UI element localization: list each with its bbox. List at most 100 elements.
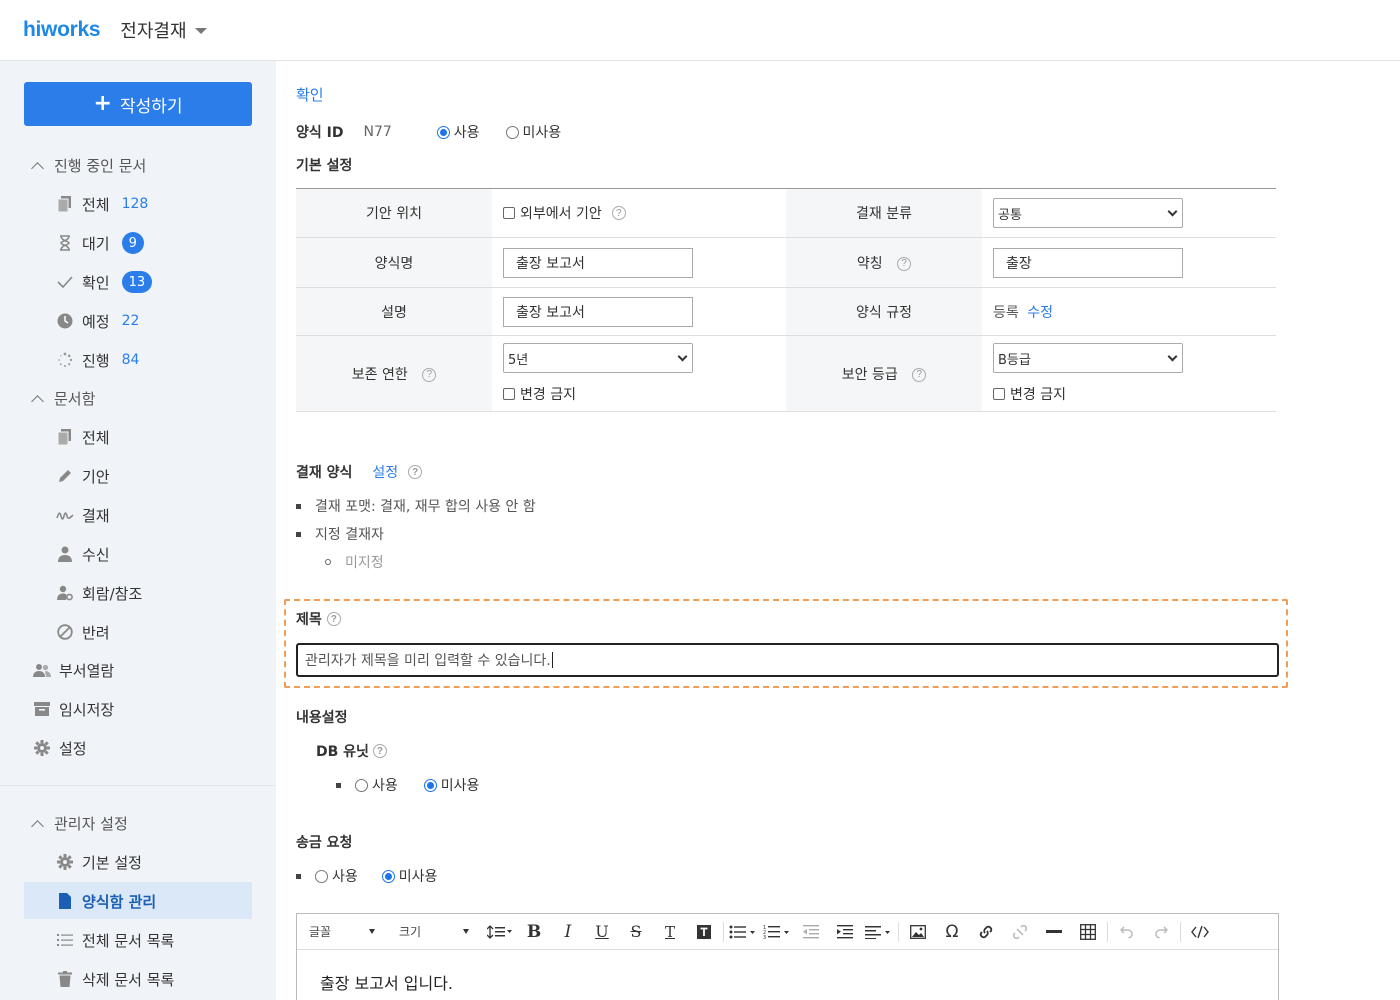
indent-icon[interactable]: [828, 918, 862, 946]
form-name-input[interactable]: 출장 보고서: [503, 247, 693, 278]
radio-selected-icon[interactable]: [423, 778, 437, 792]
retention-cell: 5년 변경 금지: [492, 335, 786, 412]
underline-icon[interactable]: U: [585, 918, 619, 946]
help-icon[interactable]: ?: [372, 744, 387, 758]
security-select[interactable]: B등급: [993, 343, 1183, 373]
sidebar-item-basic-settings[interactable]: 기본 설정: [56, 850, 142, 874]
sidebar-item-label: 부서열람: [59, 661, 115, 680]
checkbox-icon[interactable]: [503, 388, 515, 400]
sidebar-item-circulation[interactable]: 회람/참조: [56, 581, 142, 605]
group-box[interactable]: 문서함: [31, 388, 96, 409]
group-box-label: 문서함: [54, 390, 96, 408]
abbrev-input[interactable]: 출장: [993, 247, 1183, 278]
help-icon[interactable]: ?: [912, 367, 927, 382]
background-color-icon[interactable]: [687, 918, 721, 946]
radio-empty-icon[interactable]: [355, 778, 368, 792]
italic-icon[interactable]: I: [551, 918, 585, 946]
remit-use-radio[interactable]: 사용: [315, 866, 358, 886]
sidebar-item-label: 전체: [82, 428, 110, 447]
sidebar-item-all-documents[interactable]: 전체 문서 목록: [56, 928, 174, 952]
strikethrough-icon[interactable]: S: [619, 918, 653, 946]
subject-header: 제목 ?: [296, 609, 341, 629]
radio-label: 사용: [453, 125, 480, 141]
spinner-icon: [56, 351, 74, 369]
sidebar-item-rejected[interactable]: 반려: [56, 620, 110, 644]
retention-lock-checkbox[interactable]: 변경 금지: [503, 384, 786, 404]
sidebar-item-approval[interactable]: 결재: [56, 503, 110, 527]
sidebar-item-deleted-documents[interactable]: 삭제 문서 목록: [56, 967, 174, 991]
approval-category-select[interactable]: 공통: [993, 198, 1183, 228]
font-family-dropdown[interactable]: 글꼴: [309, 923, 389, 940]
sidebar-item-ongoing[interactable]: 진행 84: [56, 348, 139, 372]
remit-unused-radio[interactable]: 미사용: [381, 866, 437, 886]
unlink-icon[interactable]: [1003, 918, 1037, 946]
sidebar-item-scheduled[interactable]: 예정 22: [56, 309, 139, 333]
app-logo[interactable]: hiworks: [23, 18, 101, 42]
help-icon[interactable]: ?: [326, 612, 341, 626]
group-admin[interactable]: 관리자 설정: [31, 813, 128, 834]
numbered-list-icon[interactable]: 123: [760, 918, 794, 946]
description-input[interactable]: 출장 보고서: [503, 296, 693, 327]
table-icon[interactable]: [1071, 918, 1105, 946]
radio-empty-icon[interactable]: [505, 125, 519, 139]
retention-select[interactable]: 5년: [503, 343, 693, 373]
sidebar-item-received[interactable]: 수신: [56, 542, 110, 566]
security-cell: B등급 변경 금지: [982, 335, 1276, 412]
sidebar-item-draft[interactable]: 기안: [56, 464, 110, 488]
sidebar-item-label: 반려: [82, 623, 110, 642]
editor-body[interactable]: 출장 보고서 입니다.: [297, 950, 1278, 994]
bullet-list-icon[interactable]: [726, 918, 760, 946]
db-unit-unused-radio[interactable]: 미사용: [423, 775, 479, 795]
draft-external-checkbox[interactable]: 외부에서 기안 ?: [503, 203, 786, 223]
help-icon[interactable]: ?: [897, 256, 912, 271]
help-icon[interactable]: ?: [611, 206, 626, 220]
ban-icon: [56, 623, 74, 641]
sidebar-item-waiting[interactable]: 대기 9: [56, 231, 144, 255]
form-use-radio[interactable]: 사용: [436, 122, 480, 142]
line-height-icon[interactable]: [483, 918, 517, 946]
security-lock-checkbox[interactable]: 변경 금지: [993, 384, 1276, 404]
approval-form-settings-link[interactable]: 설정: [372, 462, 398, 482]
checkbox-icon[interactable]: [503, 207, 515, 219]
image-icon[interactable]: [901, 918, 935, 946]
write-button[interactable]: + 작성하기: [24, 82, 252, 126]
horizontal-rule-icon[interactable]: [1037, 918, 1071, 946]
sidebar-item-settings[interactable]: 설정: [33, 736, 87, 760]
form-rules-label: 양식 규정: [786, 287, 982, 336]
special-char-icon[interactable]: Ω: [935, 918, 969, 946]
form-rules-edit-link[interactable]: 수정: [1027, 305, 1053, 321]
abbrev-label: 약칭: [856, 255, 883, 272]
sidebar-item-form-management[interactable]: 양식함 관리: [56, 889, 156, 913]
chevron-down-icon: [463, 929, 469, 934]
subject-input[interactable]: 관리자가 제목을 미리 입력할 수 있습니다.: [296, 643, 1279, 677]
breadcrumb-confirm[interactable]: 확인: [296, 84, 324, 105]
sidebar-item-temp-save[interactable]: 임시저장: [33, 697, 114, 721]
font-size-dropdown[interactable]: 크기: [399, 923, 483, 940]
redo-icon[interactable]: [1144, 918, 1178, 946]
radio-label: 사용: [372, 778, 398, 794]
text-color-icon[interactable]: T: [653, 918, 687, 946]
radio-selected-icon[interactable]: [381, 869, 395, 883]
approval-form-title: 결재 양식: [296, 465, 353, 481]
sidebar-item-in-progress-all[interactable]: 전체 128: [56, 192, 148, 216]
link-icon[interactable]: [969, 918, 1003, 946]
radio-selected-icon[interactable]: [436, 125, 450, 139]
db-unit-use-radio[interactable]: 사용: [355, 775, 398, 795]
sidebar-item-box-all[interactable]: 전체: [56, 425, 110, 449]
help-icon[interactable]: ?: [422, 367, 437, 382]
help-icon[interactable]: ?: [408, 465, 423, 479]
undo-icon[interactable]: [1110, 918, 1144, 946]
radio-empty-icon[interactable]: [315, 869, 328, 883]
group-in-progress[interactable]: 진행 중인 문서: [31, 155, 146, 176]
align-icon[interactable]: [862, 918, 896, 946]
content-settings-title: 내용설정: [296, 710, 348, 726]
sidebar-item-dept-view[interactable]: 부서열람: [33, 658, 114, 682]
code-view-icon[interactable]: [1183, 918, 1217, 946]
form-unused-radio[interactable]: 미사용: [505, 122, 561, 142]
sidebar-item-confirm[interactable]: 확인 13: [56, 270, 153, 294]
bold-icon[interactable]: B: [517, 918, 551, 946]
outdent-icon[interactable]: [794, 918, 828, 946]
app-title[interactable]: 전자결재: [120, 17, 186, 43]
checkbox-icon[interactable]: [993, 388, 1005, 400]
app-menu-caret-icon[interactable]: [194, 28, 207, 34]
